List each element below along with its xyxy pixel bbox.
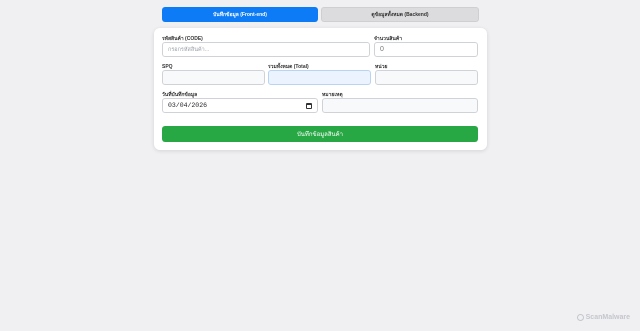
unit-field-group: หน่วย: [375, 64, 478, 85]
quantity-input[interactable]: 0: [374, 42, 478, 57]
submit-button[interactable]: บันทึกข้อมูลสินค้า: [162, 126, 478, 142]
code-input[interactable]: กรอกรหัสสินค้า...: [162, 42, 370, 57]
date-value: 03/04/2026: [168, 102, 208, 109]
tab-backend[interactable]: ดูข้อมูลทั้งหมด (Backend): [321, 7, 479, 22]
unit-input[interactable]: [375, 70, 478, 85]
spq-field-group: SPQ: [162, 64, 265, 85]
form-card: รหัสสินค้า (CODE) กรอกรหัสสินค้า... จำนว…: [154, 28, 487, 150]
watermark: ScanMalware: [576, 314, 630, 321]
calendar-icon[interactable]: [306, 102, 312, 109]
quantity-field-group: จำนวนสินค้า 0: [374, 36, 478, 57]
date-input[interactable]: 03/04/2026: [162, 98, 318, 113]
spq-input[interactable]: [162, 70, 265, 85]
watermark-text: ScanMalware: [585, 314, 630, 321]
tab-bar: บันทึกข้อมูล (Front-end) ดูข้อมูลทั้งหมด…: [162, 7, 479, 22]
code-field-group: รหัสสินค้า (CODE) กรอกรหัสสินค้า...: [162, 36, 370, 57]
total-input[interactable]: [268, 70, 371, 85]
scanmalware-logo-icon: [576, 314, 584, 321]
date-field-group: วันที่บันทึกข้อมูล 03/04/2026: [162, 92, 318, 113]
tab-front-end[interactable]: บันทึกข้อมูล (Front-end): [162, 7, 318, 22]
total-field-group: รวมทั้งหมด (Total): [268, 64, 371, 85]
note-field-group: หมายเหตุ: [322, 92, 478, 113]
note-input[interactable]: [322, 98, 478, 113]
